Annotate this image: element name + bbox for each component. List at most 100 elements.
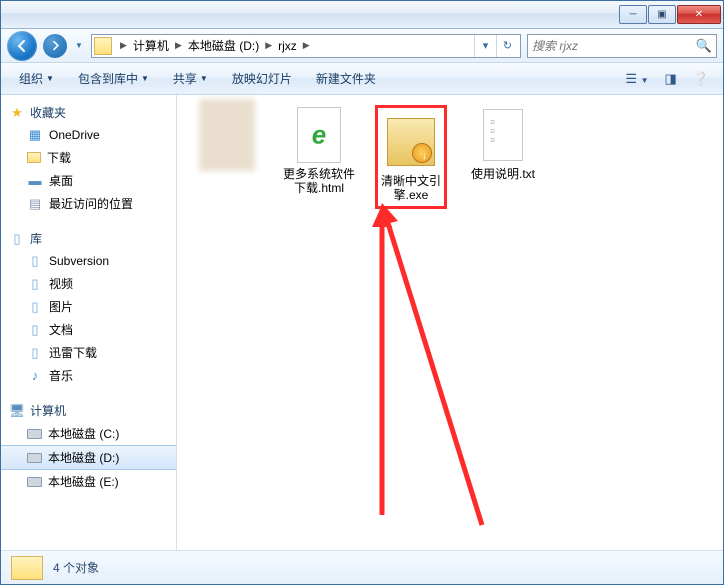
refresh-button[interactable]: ↻: [496, 35, 518, 57]
file-item-txt[interactable]: 使用说明.txt: [467, 105, 539, 181]
help-button[interactable]: ❔: [687, 67, 715, 91]
include-library-menu[interactable]: 包含到库中▼: [68, 66, 159, 91]
music-icon: ♪: [27, 368, 43, 384]
titlebar: ─ ▣ ✕: [1, 1, 723, 29]
share-label: 共享: [173, 70, 197, 87]
explorer-window: ─ ▣ ✕ ▼ ▶ 计算机 ▶ 本地磁盘 (D:) ▶ rjxz ▶ ▾ ↻: [0, 0, 724, 585]
recent-icon: ▤: [27, 196, 43, 212]
sidebar: ★收藏夹 ▦OneDrive 下载 ▬桌面 ▤最近访问的位置 ▯库 ▯Subve…: [1, 95, 177, 550]
sidebar-item-label: OneDrive: [49, 128, 100, 142]
sidebar-item-label: 桌面: [49, 172, 73, 189]
body-split: ★收藏夹 ▦OneDrive 下载 ▬桌面 ▤最近访问的位置 ▯库 ▯Subve…: [1, 95, 723, 550]
maximize-button[interactable]: ▣: [648, 5, 676, 24]
sidebar-item-desktop[interactable]: ▬ 桌面: [1, 169, 176, 192]
view-options-button[interactable]: ☰ ▼: [619, 67, 654, 91]
folder-icon: [94, 37, 112, 55]
crumb-computer[interactable]: 计算机: [131, 37, 171, 54]
crumb-separator[interactable]: ▶: [171, 40, 186, 51]
new-folder-button[interactable]: 新建文件夹: [306, 66, 386, 91]
cloud-icon: ▦: [27, 127, 43, 143]
preview-pane-button[interactable]: ◨: [659, 67, 683, 91]
sidebar-item-label: 本地磁盘 (C:): [48, 425, 119, 442]
file-item-exe[interactable]: 清晰中文引擎.exe: [375, 105, 447, 209]
file-item-html[interactable]: 更多系统软件下载.html: [283, 105, 355, 195]
close-button[interactable]: ✕: [677, 5, 721, 24]
sidebar-item-label: 图片: [49, 298, 73, 315]
minimize-button[interactable]: ─: [619, 5, 647, 24]
file-item-image[interactable]: [191, 105, 263, 167]
share-menu[interactable]: 共享▼: [163, 66, 218, 91]
folder-icon: [27, 152, 41, 163]
drive-icon: [27, 429, 42, 439]
sidebar-item-videos[interactable]: ▯ 视频: [1, 272, 176, 295]
libraries-header[interactable]: ▯库: [1, 227, 176, 250]
txt-icon: [483, 109, 523, 161]
forward-button[interactable]: [43, 34, 67, 58]
file-pane[interactable]: 更多系统软件下载.html 清晰中文引擎.exe 使用说明.txt: [177, 95, 723, 550]
sidebar-item-label: Subversion: [49, 254, 109, 268]
sidebar-item-documents[interactable]: ▯ 文档: [1, 318, 176, 341]
sidebar-item-drive-e[interactable]: 本地磁盘 (E:): [1, 470, 176, 493]
computer-header[interactable]: 🖥 计算机: [1, 399, 176, 422]
annotation-arrow-diag: [372, 195, 492, 535]
sidebar-item-label: 文档: [49, 321, 73, 338]
search-input[interactable]: [532, 39, 696, 53]
search-icon[interactable]: 🔍: [696, 38, 712, 54]
video-icon: ▯: [27, 276, 43, 292]
document-icon: ▯: [27, 322, 43, 338]
status-text: 4 个对象: [53, 559, 99, 576]
drive-icon: [27, 453, 42, 463]
crumb-separator[interactable]: ▶: [299, 40, 314, 51]
libraries-label: 库: [30, 230, 42, 247]
sidebar-item-drive-d[interactable]: 本地磁盘 (D:): [1, 445, 176, 470]
sidebar-item-recent[interactable]: ▤ 最近访问的位置: [1, 192, 176, 215]
html-icon: [297, 107, 341, 163]
back-button[interactable]: [7, 31, 37, 61]
picture-icon: ▯: [27, 299, 43, 315]
star-icon: ★: [9, 105, 25, 121]
slideshow-button[interactable]: 放映幻灯片: [222, 66, 302, 91]
sidebar-item-label: 视频: [49, 275, 73, 292]
favorites-label: 收藏夹: [30, 104, 66, 121]
status-bar: 4 个对象: [1, 550, 723, 584]
chevron-down-icon: ▼: [141, 74, 149, 83]
include-label: 包含到库中: [78, 70, 138, 87]
file-label: 清晰中文引擎.exe: [380, 174, 442, 202]
library-icon: ▯: [9, 231, 25, 247]
chevron-down-icon: ▼: [46, 74, 54, 83]
sidebar-item-thunder[interactable]: ▯迅雷下载: [1, 341, 176, 364]
sidebar-item-music[interactable]: ♪ 音乐: [1, 364, 176, 387]
crumb-folder[interactable]: rjxz: [276, 39, 299, 53]
sidebar-item-label: 本地磁盘 (E:): [48, 473, 119, 490]
crumb-separator[interactable]: ▶: [261, 40, 276, 51]
sidebar-item-drive-c[interactable]: 本地磁盘 (C:): [1, 422, 176, 445]
crumb-drive[interactable]: 本地磁盘 (D:): [186, 37, 261, 54]
nav-history-dropdown[interactable]: ▼: [73, 32, 85, 60]
toolbar: 组织▼ 包含到库中▼ 共享▼ 放映幻灯片 新建文件夹 ☰ ▼ ◨ ❔: [1, 63, 723, 95]
sidebar-item-pictures[interactable]: ▯ 图片: [1, 295, 176, 318]
file-label: 更多系统软件下载.html: [283, 167, 355, 195]
sidebar-item-onedrive[interactable]: ▦ OneDrive: [1, 124, 176, 146]
crumb-separator[interactable]: ▶: [116, 40, 131, 51]
sidebar-item-label: 下载: [47, 149, 71, 166]
installer-icon: [387, 118, 435, 166]
annotation-arrow: [372, 205, 452, 525]
sidebar-item-label: 最近访问的位置: [49, 195, 133, 212]
file-label: 使用说明.txt: [471, 167, 535, 181]
arrow-left-icon: [15, 39, 29, 53]
arrow-right-icon: [50, 40, 61, 51]
search-box[interactable]: 🔍: [527, 34, 717, 58]
sidebar-item-downloads[interactable]: 下载: [1, 146, 176, 169]
address-bar[interactable]: ▶ 计算机 ▶ 本地磁盘 (D:) ▶ rjxz ▶ ▾ ↻: [91, 34, 521, 58]
nav-row: ▼ ▶ 计算机 ▶ 本地磁盘 (D:) ▶ rjxz ▶ ▾ ↻ 🔍: [1, 29, 723, 63]
sidebar-item-subversion[interactable]: ▯Subversion: [1, 250, 176, 272]
organize-menu[interactable]: 组织▼: [9, 66, 64, 91]
computer-icon: 🖥: [9, 403, 25, 419]
desktop-icon: ▬: [27, 173, 43, 189]
computer-label: 计算机: [30, 402, 66, 419]
sidebar-item-label: 音乐: [49, 367, 73, 384]
chevron-down-icon: ▼: [200, 74, 208, 83]
address-dropdown[interactable]: ▾: [474, 35, 496, 57]
sidebar-item-label: 迅雷下载: [49, 344, 97, 361]
favorites-header[interactable]: ★ 收藏夹: [1, 101, 176, 124]
